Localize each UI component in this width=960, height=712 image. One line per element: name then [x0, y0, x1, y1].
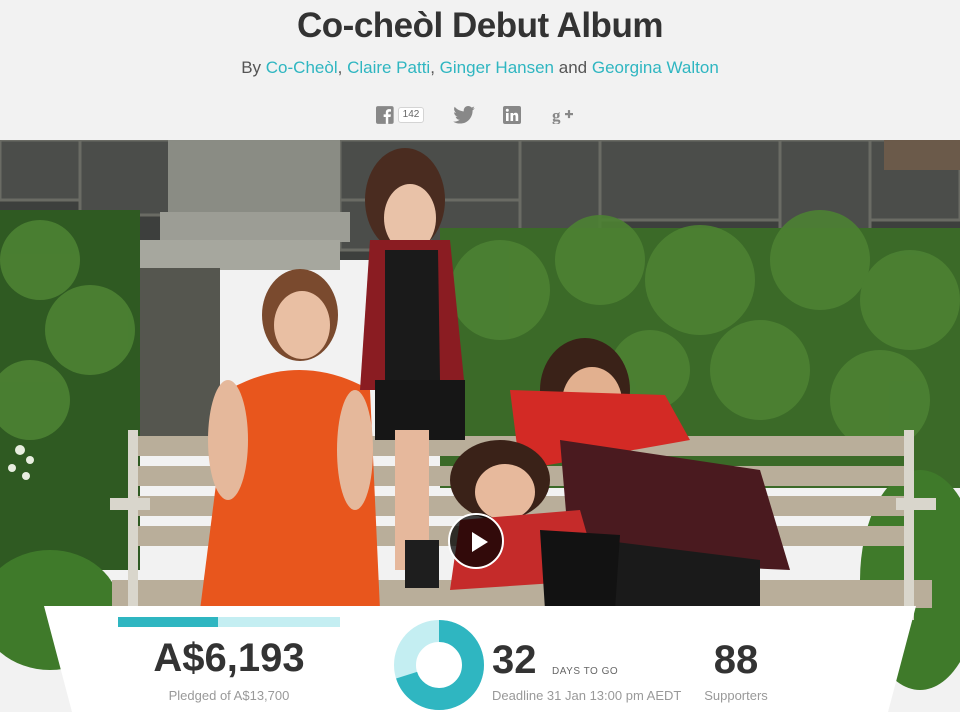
svg-text:g: g	[552, 106, 561, 124]
pledged-amount: A$6,193	[153, 636, 305, 680]
facebook-share-button[interactable]: 142	[376, 103, 424, 127]
creator-link-claire-patti[interactable]: Claire Patti	[347, 58, 430, 77]
byline-conjunction: and	[558, 58, 588, 77]
linkedin-share-button[interactable]	[502, 103, 522, 127]
page-title: Co-cheòl Debut Album	[297, 6, 663, 45]
project-header: Co-cheòl Debut Album By Co-Cheòl, Claire…	[0, 0, 960, 140]
deadline-text: Deadline 31 Jan 13:00 pm AEDT	[492, 688, 682, 703]
days-remaining-label: DAYS TO GO	[552, 666, 619, 677]
pledged-goal: Pledged of A$13,700	[168, 688, 290, 703]
byline: By Co-Cheòl, Claire Patti, Ginger Hansen…	[0, 58, 960, 78]
days-remaining-count: 32	[492, 638, 537, 682]
byline-prefix: By	[241, 58, 262, 77]
funding-stats-panel: A$6,193 Pledged of A$13,700 32 DAYS TO G…	[0, 606, 960, 712]
byline-separator: ,	[430, 58, 435, 77]
supporters-count: 88	[713, 638, 759, 682]
creator-link-ginger-hansen[interactable]: Ginger Hansen	[440, 58, 554, 77]
facebook-icon	[376, 106, 394, 124]
play-video-button[interactable]	[448, 513, 504, 569]
google-plus-icon: g	[552, 106, 573, 124]
supporters-label: Supporters	[704, 688, 768, 703]
funding-progress-bar	[118, 617, 340, 627]
google-plus-share-button[interactable]: g	[552, 103, 574, 127]
time-remaining-donut	[394, 620, 484, 710]
creator-link-co-cheol[interactable]: Co-Cheòl	[266, 58, 338, 77]
social-share-bar: 142 g	[376, 102, 574, 128]
twitter-icon	[453, 106, 475, 124]
facebook-share-count: 142	[397, 107, 424, 123]
creator-link-georgina-walton[interactable]: Georgina Walton	[592, 58, 719, 77]
twitter-share-button[interactable]	[453, 103, 475, 127]
funding-progress-fill	[118, 617, 219, 627]
linkedin-icon	[503, 106, 521, 124]
byline-separator: ,	[337, 58, 343, 77]
